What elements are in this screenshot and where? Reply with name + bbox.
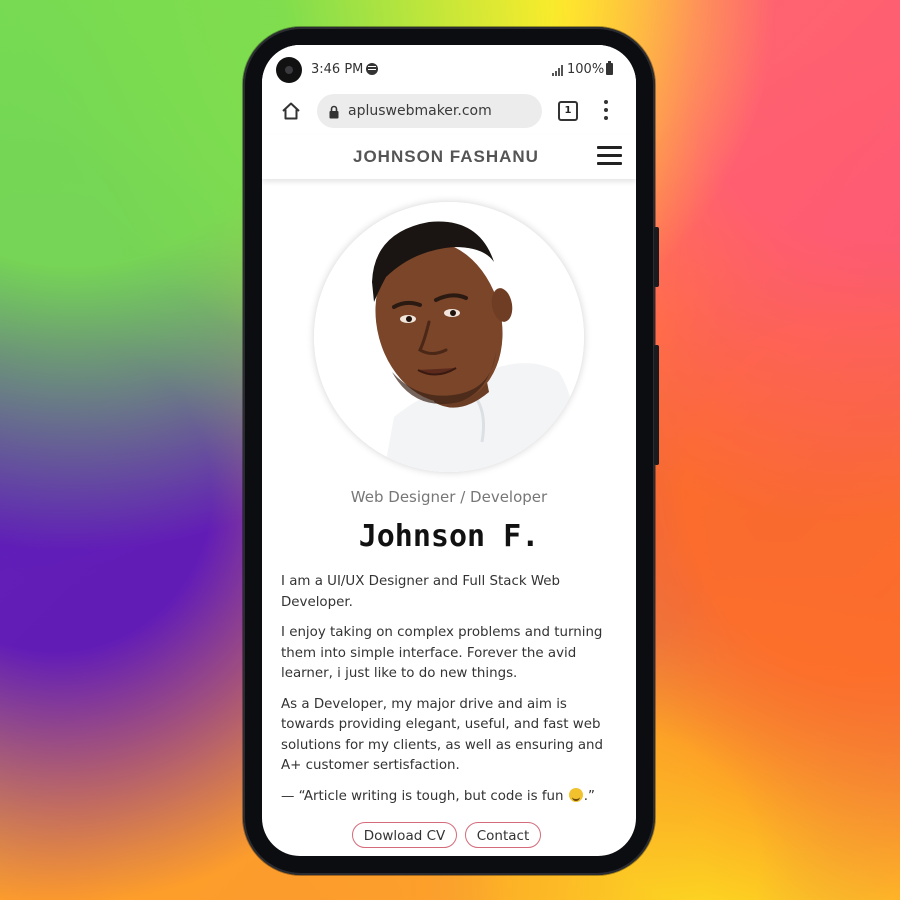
profile-bio: I am a UI/UX Designer and Full Stack Web…	[281, 572, 621, 817]
signal-icon	[552, 65, 564, 76]
menu-dots-icon[interactable]	[604, 100, 608, 120]
site-brand[interactable]: JOHNSON FASHANU	[353, 147, 539, 167]
bio-paragraph: As a Developer, my major drive and aim i…	[281, 696, 604, 774]
front-camera	[276, 57, 302, 83]
avatar	[314, 202, 584, 472]
url-bar[interactable]: apluswebmaker.com	[317, 94, 542, 128]
site-header: JOHNSON FASHANU	[262, 135, 636, 179]
spotify-icon	[366, 63, 378, 75]
battery-icon	[606, 61, 613, 75]
browser-toolbar: apluswebmaker.com 1	[262, 93, 636, 135]
profile-actions: Dowload CV Contact	[352, 822, 552, 852]
bio-paragraph: I enjoy taking on complex problems and t…	[281, 625, 603, 681]
quote-end: .”	[583, 788, 595, 804]
contact-button[interactable]: Contact	[465, 822, 541, 848]
power-button	[654, 227, 659, 287]
status-time: 3:46 PM	[311, 62, 364, 77]
lock-icon	[329, 104, 339, 119]
phone-frame: 3:46 PM 100% apluswebmaker.com 1 JOHNSON…	[243, 27, 659, 875]
volume-rocker	[654, 345, 659, 465]
grinning-sweat-emoji-icon	[568, 787, 583, 802]
quote-text: — “Article writing is tough, but code is…	[281, 788, 568, 804]
bio-paragraph: I am a UI/UX Designer and Full Stack Web…	[281, 574, 561, 610]
profile-quote: — “Article writing is tough, but code is…	[281, 787, 621, 808]
download-cv-button[interactable]: Dowload CV	[352, 822, 457, 848]
status-bar: 3:46 PM 100%	[262, 45, 636, 93]
home-icon[interactable]	[281, 101, 301, 121]
hamburger-icon[interactable]	[597, 146, 622, 166]
phone-screen: 3:46 PM 100% apluswebmaker.com 1 JOHNSON…	[262, 45, 636, 856]
profile-role: Web Designer / Developer	[350, 488, 548, 506]
url-text: apluswebmaker.com	[348, 103, 492, 119]
tabs-icon[interactable]: 1	[558, 101, 578, 121]
battery-percent: 100%	[567, 62, 605, 77]
profile-name: Johnson F.	[358, 519, 540, 554]
